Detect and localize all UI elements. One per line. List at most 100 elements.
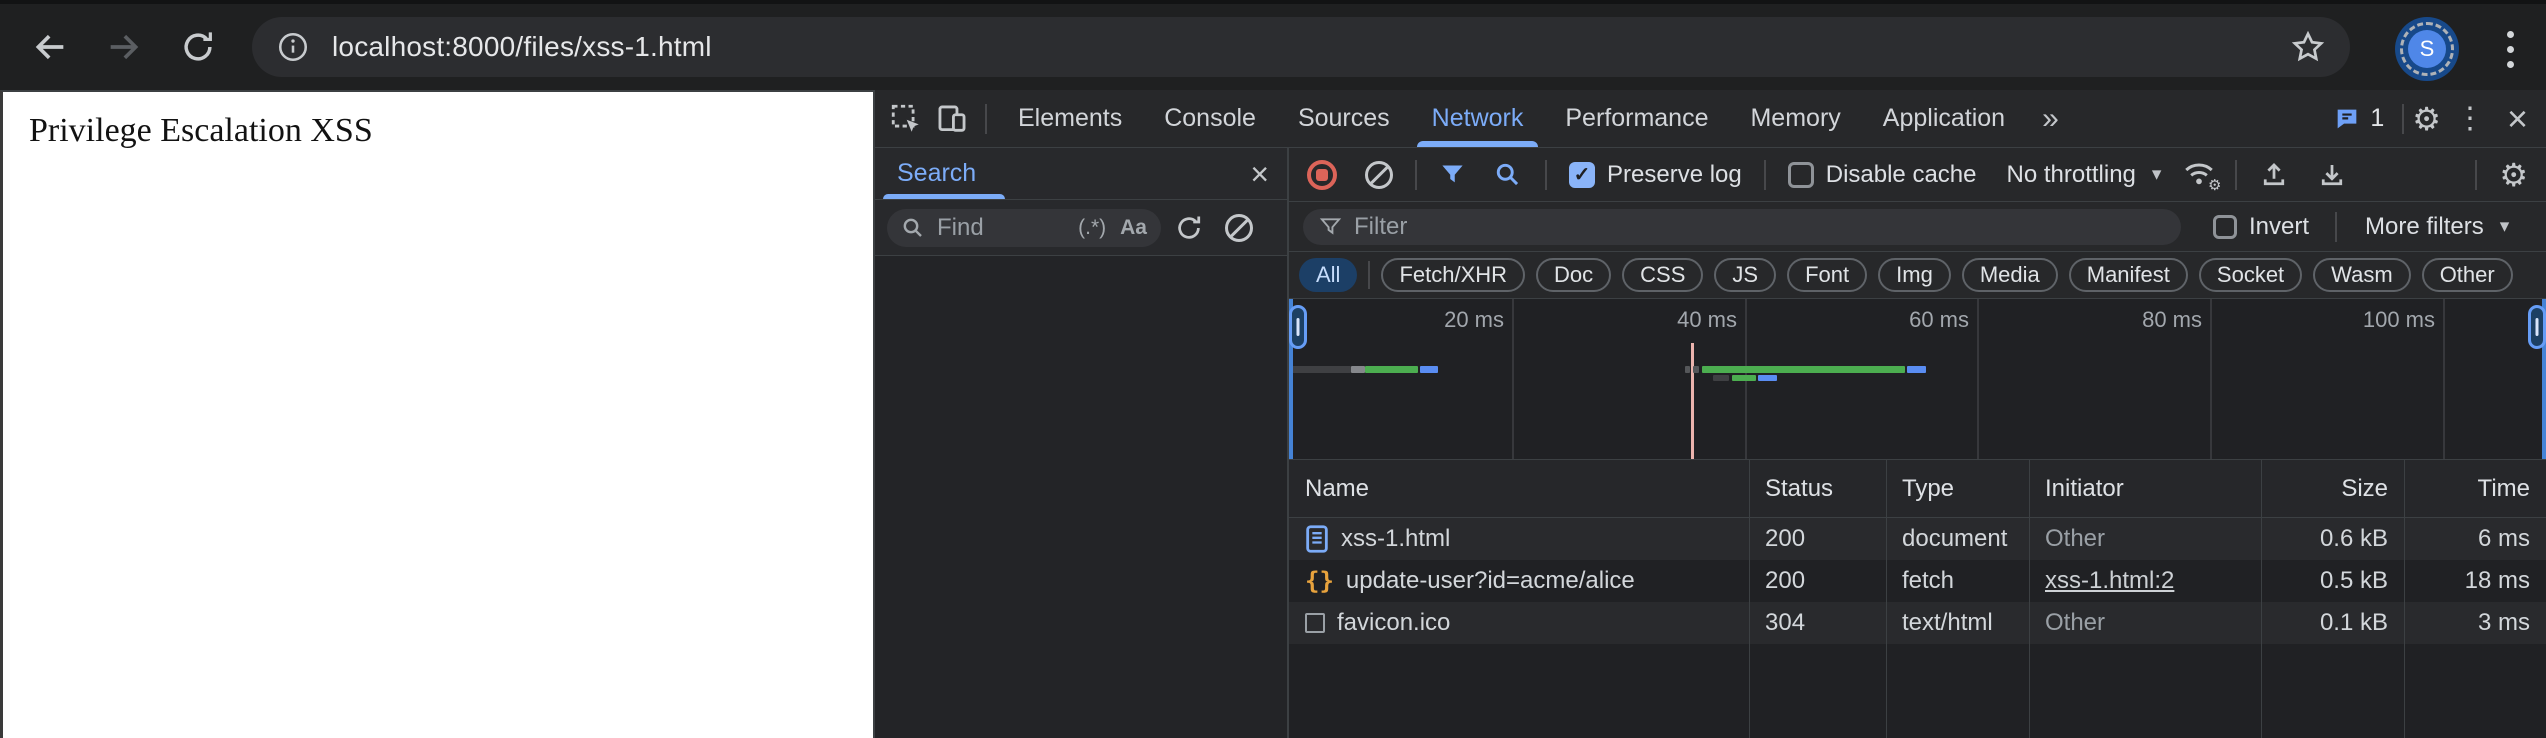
column-divider[interactable] xyxy=(2029,460,2030,738)
column-header-initiator[interactable]: Initiator xyxy=(2029,460,2261,517)
device-toolbar-button[interactable] xyxy=(929,96,975,142)
devtools-menu-button[interactable]: ⋮ xyxy=(2441,103,2499,134)
record-network-log-button[interactable] xyxy=(1307,159,1337,190)
table-row[interactable]: {} update-user?id=acme/alice 200 fetch x… xyxy=(1289,560,2546,602)
column-divider[interactable] xyxy=(1886,460,1887,738)
invert-checkbox[interactable] xyxy=(2213,214,2237,239)
column-header-type[interactable]: Type xyxy=(1886,460,2029,517)
column-divider[interactable] xyxy=(1749,460,1750,738)
table-row[interactable]: favicon.ico 304 text/html Other 0.1 kB 3… xyxy=(1289,602,2546,644)
search-clear-button[interactable] xyxy=(1217,206,1261,250)
filter-input[interactable]: Filter xyxy=(1303,208,2181,245)
filter-toggle-button[interactable] xyxy=(1439,161,1466,188)
tab-memory[interactable]: Memory xyxy=(1729,90,1861,147)
filter-chip-wasm[interactable]: Wasm xyxy=(2313,258,2411,292)
search-input[interactable]: Find (.*) Aa xyxy=(887,208,1161,247)
tab-console[interactable]: Console xyxy=(1143,90,1277,147)
tab-performance[interactable]: Performance xyxy=(1544,90,1729,147)
divider xyxy=(1545,159,1547,190)
network-conditions-button[interactable]: ⚙ xyxy=(2181,158,2221,194)
refresh-icon xyxy=(1178,216,1201,239)
selection-handle-left[interactable] xyxy=(1289,305,1307,349)
divider xyxy=(1415,159,1417,190)
site-info-icon[interactable] xyxy=(276,30,310,64)
preserve-log-checkbox[interactable]: ✓ xyxy=(1569,161,1595,188)
selection-handle-right[interactable] xyxy=(2528,305,2546,349)
search-close-button[interactable]: × xyxy=(1232,158,1287,190)
filter-chip-media[interactable]: Media xyxy=(1961,258,2058,292)
devtools-close-button[interactable]: × xyxy=(2499,100,2546,137)
search-network-button[interactable] xyxy=(1494,161,1521,188)
url-text[interactable]: localhost:8000/files/xss-1.html xyxy=(332,31,2290,63)
filter-chip-font[interactable]: Font xyxy=(1787,258,1868,292)
tab-network[interactable]: Network xyxy=(1411,90,1545,147)
export-har-button[interactable] xyxy=(2317,160,2347,190)
match-case-toggle[interactable]: Aa xyxy=(1120,216,1147,240)
tab-sources[interactable]: Sources xyxy=(1277,90,1411,147)
filter-chip-fetch-xhr[interactable]: Fetch/XHR xyxy=(1381,258,1526,292)
initiator-link[interactable]: xss-1.html:2 xyxy=(2045,567,2174,595)
request-type: document xyxy=(1902,525,2008,552)
waterfall-bar xyxy=(1685,366,1690,373)
time-tick-label: 40 ms xyxy=(1677,307,1737,332)
search-placeholder: Find xyxy=(937,213,984,241)
gridline xyxy=(1977,299,1979,459)
request-initiator: Other xyxy=(2045,525,2106,552)
profile-avatar[interactable]: S xyxy=(2395,17,2459,81)
throttling-select[interactable]: No throttling xyxy=(2006,161,2135,189)
waterfall-bar xyxy=(1758,375,1777,381)
filter-chip-manifest[interactable]: Manifest xyxy=(2068,258,2188,292)
back-button[interactable] xyxy=(22,19,78,75)
divider xyxy=(1368,261,1371,289)
chevron-down-icon: ▾ xyxy=(2499,216,2510,237)
preserve-log-label[interactable]: Preserve log xyxy=(1607,161,1742,189)
network-filter-row: Filter Invert More filters ▾ xyxy=(1289,202,2546,252)
network-overview-timeline[interactable]: 20 ms 40 ms 60 ms 80 ms 100 ms xyxy=(1289,299,2546,460)
gridline xyxy=(1512,299,1514,459)
load-event-line xyxy=(1691,343,1694,459)
column-header-size[interactable]: Size xyxy=(2261,460,2404,517)
gear-icon: ⚙ xyxy=(2207,176,2222,194)
filter-chip-all[interactable]: All xyxy=(1299,258,1358,292)
filter-chip-img[interactable]: Img xyxy=(1878,258,1951,292)
waterfall-bar xyxy=(1289,366,1351,373)
import-har-button[interactable] xyxy=(2259,160,2289,190)
filter-chip-doc[interactable]: Doc xyxy=(1536,258,1612,292)
tab-elements[interactable]: Elements xyxy=(997,90,1143,147)
search-refresh-button[interactable] xyxy=(1167,206,1211,250)
column-divider[interactable] xyxy=(2404,460,2405,738)
disable-cache-checkbox[interactable] xyxy=(1787,161,1814,188)
request-status: 200 xyxy=(1765,525,1806,552)
filter-chip-js[interactable]: JS xyxy=(1714,258,1777,292)
page-viewport: Privilege Escalation XSS xyxy=(0,90,873,738)
column-header-status[interactable]: Status xyxy=(1749,460,1886,517)
issues-button[interactable]: 1 xyxy=(2322,104,2394,133)
column-header-time[interactable]: Time xyxy=(2404,460,2546,517)
request-time: 3 ms xyxy=(2477,609,2530,636)
devtools-settings-button[interactable]: ⚙ xyxy=(2412,103,2441,135)
browser-menu-button[interactable] xyxy=(2490,18,2530,80)
tab-application[interactable]: Application xyxy=(1862,90,2026,147)
inspect-element-button[interactable] xyxy=(883,96,929,142)
network-settings-button[interactable]: ⚙ xyxy=(2499,159,2528,191)
table-row[interactable]: xss-1.html 200 document Other 0.6 kB 6 m… xyxy=(1289,518,2546,560)
url-bar[interactable]: localhost:8000/files/xss-1.html xyxy=(252,17,2350,77)
column-divider[interactable] xyxy=(2261,460,2262,738)
waterfall-bar xyxy=(1732,375,1756,381)
regex-toggle[interactable]: (.*) xyxy=(1078,216,1106,240)
disable-cache-label[interactable]: Disable cache xyxy=(1826,161,1977,189)
search-tab[interactable]: Search xyxy=(897,159,976,188)
filter-chip-socket[interactable]: Socket xyxy=(2198,258,2303,292)
page-heading: Privilege Escalation XSS xyxy=(29,112,373,149)
more-filters-button[interactable]: More filters xyxy=(2365,213,2484,241)
more-tabs-button[interactable]: » xyxy=(2026,102,2075,136)
forward-button[interactable] xyxy=(96,19,152,75)
filter-chip-other[interactable]: Other xyxy=(2421,258,2513,292)
column-header-name[interactable]: Name xyxy=(1289,460,1749,517)
filter-chip-css[interactable]: CSS xyxy=(1622,258,1704,292)
request-status: 304 xyxy=(1765,609,1806,636)
clear-network-log-button[interactable] xyxy=(1365,160,1393,189)
bookmark-star-icon[interactable] xyxy=(2290,29,2326,65)
invert-label[interactable]: Invert xyxy=(2249,213,2309,241)
reload-button[interactable] xyxy=(170,19,226,75)
